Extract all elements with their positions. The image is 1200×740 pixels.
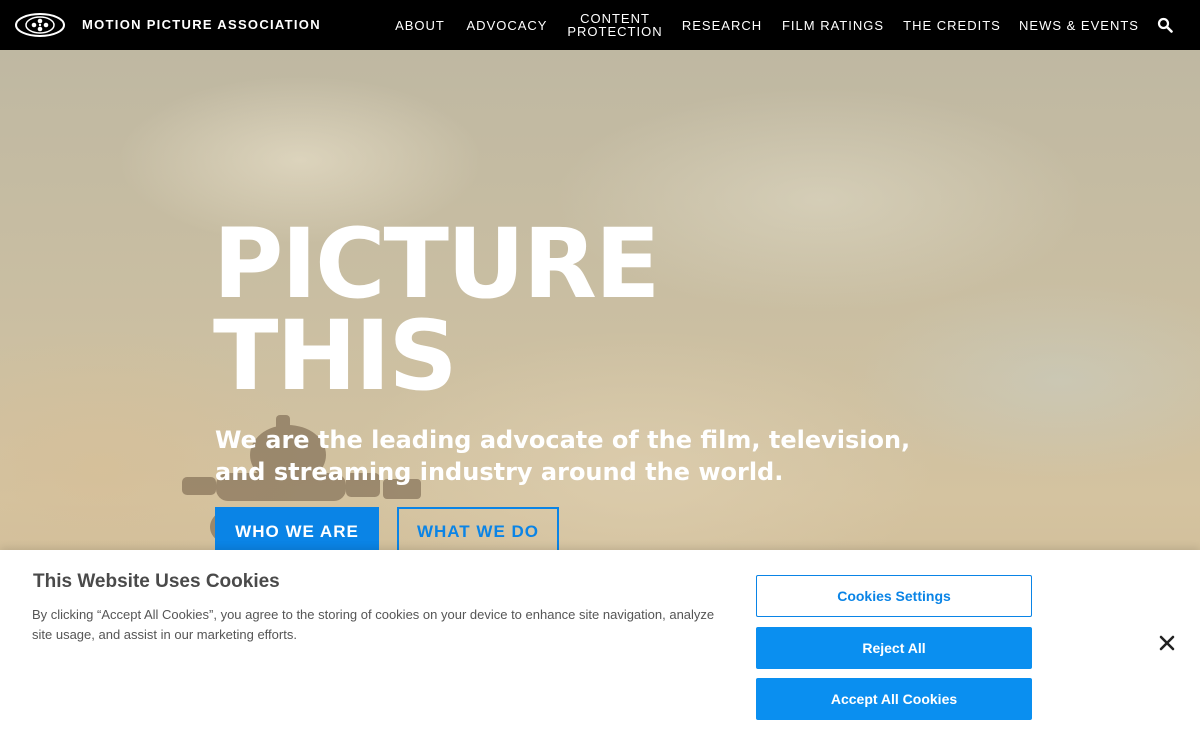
cookie-banner-title: This Website Uses Cookies [33,571,280,592]
hero-title: PICTURE THIS [213,208,660,412]
nav-news-events-label: NEWS & EVENTS [1019,17,1139,33]
mpa-reel-logo-icon[interactable] [14,12,66,38]
nav-content-protection[interactable]: CONTENT PROTECTION [565,0,665,50]
cookies-settings-button[interactable]: Cookies Settings [756,575,1032,617]
cookie-banner: This Website Uses Cookies By clicking “A… [0,550,1200,740]
nav-about-label: ABOUT [395,17,445,33]
nav-advocacy-label: ADVOCACY [466,17,548,33]
nav-about[interactable]: ABOUT [392,0,448,50]
hero-title-line1: PICTURE [213,208,660,320]
nav-film-ratings-label: FILM RATINGS [781,17,885,33]
hero-subtitle: We are the leading advocate of the film,… [215,426,911,486]
cookie-banner-text: By clicking “Accept All Cookies”, you ag… [32,607,715,642]
top-navigation: MOTION PICTURE ASSOCIATION ABOUT ADVOCAC… [0,0,1200,50]
nav-the-credits[interactable]: THE CREDITS [902,0,1002,50]
reject-all-button[interactable]: Reject All [756,627,1032,669]
close-icon[interactable] [1158,634,1176,652]
hero-title-line2: THIS [213,300,458,412]
nav-advocacy[interactable]: ADVOCACY [465,0,549,50]
accept-all-cookies-button[interactable]: Accept All Cookies [756,678,1032,720]
nav-news-events[interactable]: NEWS & EVENTS [1018,0,1140,50]
nav-research-label: RESEARCH [681,17,763,33]
nav-research[interactable]: RESEARCH [680,0,764,50]
nav-film-ratings[interactable]: FILM RATINGS [781,0,885,50]
nav-content-protection-line2: PROTECTION [567,24,663,39]
search-icon[interactable] [1157,17,1173,33]
brand-name[interactable]: MOTION PICTURE ASSOCIATION [82,17,321,32]
nav-the-credits-label: THE CREDITS [903,17,1001,33]
